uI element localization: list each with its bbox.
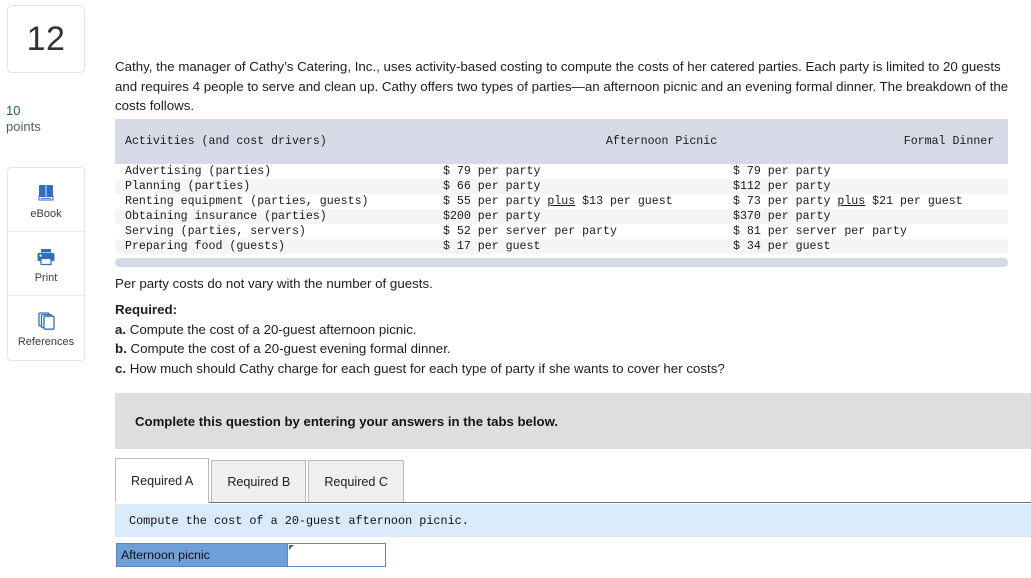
cell-dinner: $ 73 per party plus $21 per guest (733, 195, 963, 208)
references-button[interactable]: References (8, 296, 84, 360)
answer-input-cell[interactable] (288, 543, 386, 567)
prompt-bar: Compute the cost of a 20-guest afternoon… (115, 504, 1031, 537)
cost-table: Activities (and cost drivers) Afternoon … (115, 119, 1008, 254)
cell-picnic: $ 52 per server per party (443, 225, 617, 238)
question-number-card: 12 (7, 5, 85, 73)
cell-activity: Planning (parties) (125, 180, 251, 193)
references-label: References (17, 336, 75, 348)
answer-row: Afternoon picnic (116, 543, 386, 567)
table-row: Planning (parties) $ 66 per party $112 per… (115, 179, 1008, 194)
tab-required-a[interactable]: Required A (115, 458, 210, 503)
print-button[interactable]: Print (8, 232, 84, 296)
required-block: Required: a. Compute the cost of a 20-gu… (115, 300, 725, 378)
header-afternoon-picnic: Afternoon Picnic (433, 119, 723, 164)
required-heading: Required: (115, 302, 178, 317)
cell-marker-icon (289, 545, 294, 550)
points-indicator: 10 points (6, 103, 41, 135)
points-label: points (6, 119, 41, 134)
cell-activity: Obtaining insurance (parties) (125, 210, 327, 223)
question-content: Cathy, the manager of Cathy’s Catering, … (110, 0, 1031, 578)
table-row: Obtaining insurance (parties) $200 per pa… (115, 209, 1008, 224)
cell-activity: Renting equipment (parties, guests) (125, 195, 369, 208)
required-item-letter: a. (115, 321, 127, 337)
answer-row-label: Afternoon picnic (116, 543, 288, 567)
cell-picnic: $200 per party (443, 210, 541, 223)
pages-icon (34, 308, 58, 334)
prompt-text: Compute the cost of a 20-guest afternoon… (129, 513, 469, 528)
cell-picnic: $ 17 per guest (443, 240, 541, 253)
instruction-banner: Complete this question by entering your … (115, 393, 1031, 449)
left-rail: 12 10 points eBook Print References (0, 0, 100, 578)
cell-dinner: $ 81 per server per party (733, 225, 907, 238)
table-row: Advertising (parties) $ 79 per party $ 79 … (115, 164, 1008, 179)
cell-dinner: $112 per party (733, 180, 831, 193)
required-list: a. Compute the cost of a 20-guest aftern… (115, 320, 725, 379)
ebook-label: eBook (30, 207, 62, 220)
cost-table-head: Activities (and cost drivers) Afternoon … (115, 119, 1008, 164)
cell-picnic: $ 66 per party (443, 180, 541, 193)
required-item: c. How much should Cathy charge for each… (115, 360, 725, 376)
table-row: Preparing food (guests) $ 17 per guest $ 3… (115, 239, 1008, 254)
printer-icon (34, 244, 58, 270)
answer-tabs: Required A Required B Required C (115, 455, 1031, 503)
cell-dinner: $ 34 per guest (733, 240, 831, 253)
print-label: Print (34, 271, 58, 284)
table-row: Renting equipment (parties, guests) $ 55 … (115, 194, 1008, 209)
cell-activity: Preparing food (guests) (125, 240, 286, 253)
intro-paragraph: Cathy, the manager of Cathy’s Catering, … (115, 59, 1009, 114)
instruction-banner-text: Complete this question by entering your … (135, 413, 559, 429)
tab-required-b[interactable]: Required B (211, 460, 307, 502)
cell-picnic: $ 55 per party plus $13 per guest (443, 195, 673, 208)
required-item-letter: c. (115, 360, 127, 376)
required-item-letter: b. (115, 341, 127, 356)
required-item: a. Compute the cost of a 20-guest aftern… (115, 321, 417, 337)
note-paragraph: Per party costs do not vary with the num… (115, 276, 433, 292)
emphasis-plus: plus (547, 195, 576, 208)
answer-input[interactable] (288, 544, 385, 566)
table-horizontal-scrollbar[interactable] (115, 258, 1008, 267)
ebook-button[interactable]: eBook (8, 168, 84, 232)
cost-table-container: Activities (and cost drivers) Afternoon … (115, 119, 1008, 267)
points-value: 10 (6, 103, 21, 118)
tool-stack: eBook Print References (7, 167, 85, 361)
header-activities: Activities (and cost drivers) (115, 119, 433, 164)
cell-dinner: $ 79 per party (733, 165, 831, 178)
cell-picnic: $ 79 per party (443, 165, 541, 178)
cost-table-body: Advertising (parties) $ 79 per party $ 79 … (115, 164, 1008, 254)
cell-dinner: $370 per party (733, 210, 831, 223)
table-row: Serving (parties, servers) $ 52 per serve… (115, 224, 1008, 239)
cell-activity: Advertising (parties) (125, 165, 272, 178)
tab-required-c[interactable]: Required C (308, 460, 405, 502)
emphasis-plus: plus (837, 195, 866, 208)
question-number: 12 (26, 19, 66, 58)
cost-table-header-row: Activities (and cost drivers) Afternoon … (115, 119, 1008, 164)
cell-activity: Serving (parties, servers) (125, 225, 306, 238)
book-icon (35, 180, 57, 206)
required-item: b. Compute the cost of a 20-guest evenin… (115, 341, 451, 356)
header-formal-dinner: Formal Dinner (723, 119, 1008, 164)
